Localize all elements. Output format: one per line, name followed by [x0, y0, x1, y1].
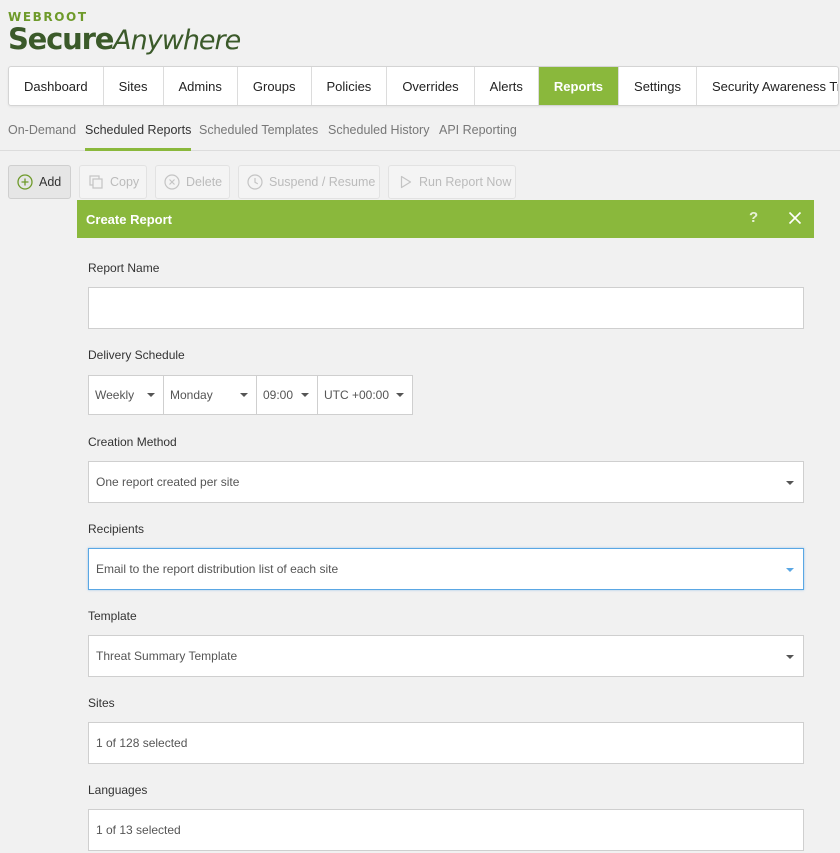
nav-admins[interactable]: Admins — [164, 67, 238, 105]
reports-subnav: On-Demand Scheduled Reports Scheduled Te… — [0, 112, 840, 151]
subnav-scheduled-reports[interactable]: Scheduled Reports — [85, 112, 192, 151]
help-icon[interactable]: ? — [749, 209, 758, 226]
chevron-down-icon — [786, 655, 794, 659]
chevron-down-icon — [147, 393, 155, 397]
recipients-select[interactable]: Email to the report distribution list of… — [88, 548, 804, 590]
run-report-now-button[interactable]: Run Report Now — [388, 165, 516, 199]
template-select[interactable]: Threat Summary Template — [88, 635, 804, 677]
creation-method-value: One report created per site — [96, 475, 240, 489]
play-icon — [400, 175, 412, 189]
clock-icon — [247, 174, 263, 190]
subnav-scheduled-templates[interactable]: Scheduled Templates — [199, 112, 318, 151]
logo-secure-text: Secure — [8, 22, 114, 56]
recipients-label: Recipients — [88, 522, 145, 536]
delete-label: Delete — [186, 175, 223, 189]
day-select[interactable]: Monday — [164, 376, 257, 414]
chevron-down-icon — [786, 568, 794, 572]
timezone-value: UTC +00:00 — [324, 388, 390, 402]
chevron-down-icon — [240, 393, 248, 397]
add-button[interactable]: Add — [8, 165, 71, 199]
nav-overrides[interactable]: Overrides — [387, 67, 475, 105]
toolbar: Add Copy Delete Suspend / Resume Run Rep… — [0, 165, 840, 199]
nav-security-awareness-training[interactable]: Security Awareness Training — [697, 67, 838, 105]
chevron-down-icon — [396, 393, 404, 397]
sites-value: 1 of 128 selected — [96, 736, 188, 750]
delete-button[interactable]: Delete — [155, 165, 230, 199]
creation-method-select[interactable]: One report created per site — [88, 461, 804, 503]
languages-label: Languages — [88, 783, 148, 797]
frequency-value: Weekly — [95, 388, 135, 402]
suspend-resume-button[interactable]: Suspend / Resume — [238, 165, 380, 199]
template-value: Threat Summary Template — [96, 649, 238, 663]
subnav-api-reporting[interactable]: API Reporting — [439, 112, 517, 151]
dialog-header: Create Report ? — [77, 200, 814, 238]
dialog-title: Create Report — [86, 211, 172, 227]
time-value: 09:00 — [263, 388, 294, 402]
nav-reports[interactable]: Reports — [538, 67, 620, 105]
nav-dashboard[interactable]: Dashboard — [9, 67, 104, 105]
template-label: Template — [88, 609, 137, 623]
create-report-dialog: Create Report ? Report Name Delivery Sch… — [77, 200, 814, 853]
chevron-down-icon — [301, 393, 309, 397]
subnav-scheduled-history[interactable]: Scheduled History — [328, 112, 429, 151]
delivery-schedule-group: Weekly Monday 09:00 UTC +00:00 — [88, 375, 413, 415]
chevron-down-icon — [786, 481, 794, 485]
languages-value: 1 of 13 selected — [96, 823, 181, 837]
copy-label: Copy — [110, 175, 140, 189]
add-label: Add — [39, 175, 62, 189]
close-icon[interactable] — [788, 211, 802, 225]
copy-button[interactable]: Copy — [79, 165, 147, 199]
delete-x-circle-icon — [164, 174, 180, 190]
main-nav: Dashboard Sites Admins Groups Policies O… — [8, 66, 839, 106]
report-name-label: Report Name — [88, 261, 160, 275]
logo-product: SecureAnywhere — [8, 22, 241, 60]
sites-label: Sites — [88, 696, 115, 710]
languages-select[interactable]: 1 of 13 selected — [88, 809, 804, 851]
time-select[interactable]: 09:00 — [257, 376, 318, 414]
webroot-logo: WEBROOT SecureAnywhere — [8, 10, 241, 60]
sites-select[interactable]: 1 of 128 selected — [88, 722, 804, 764]
frequency-select[interactable]: Weekly — [89, 376, 164, 414]
logo-anywhere-text: Anywhere — [113, 25, 241, 56]
creation-method-label: Creation Method — [88, 435, 177, 449]
nav-sites[interactable]: Sites — [104, 67, 164, 105]
nav-alerts[interactable]: Alerts — [475, 67, 539, 105]
nav-settings[interactable]: Settings — [619, 67, 698, 105]
suspend-resume-label: Suspend / Resume — [269, 175, 376, 189]
day-value: Monday — [170, 388, 213, 402]
subnav-on-demand[interactable]: On-Demand — [8, 112, 76, 151]
plus-circle-icon — [17, 174, 33, 190]
copy-icon — [89, 175, 103, 189]
nav-policies[interactable]: Policies — [312, 67, 388, 105]
run-report-now-label: Run Report Now — [419, 175, 512, 189]
delivery-schedule-label: Delivery Schedule — [88, 348, 185, 362]
report-name-input[interactable] — [88, 287, 804, 329]
timezone-select[interactable]: UTC +00:00 — [318, 376, 412, 414]
recipients-value: Email to the report distribution list of… — [96, 562, 339, 576]
nav-groups[interactable]: Groups — [238, 67, 312, 105]
